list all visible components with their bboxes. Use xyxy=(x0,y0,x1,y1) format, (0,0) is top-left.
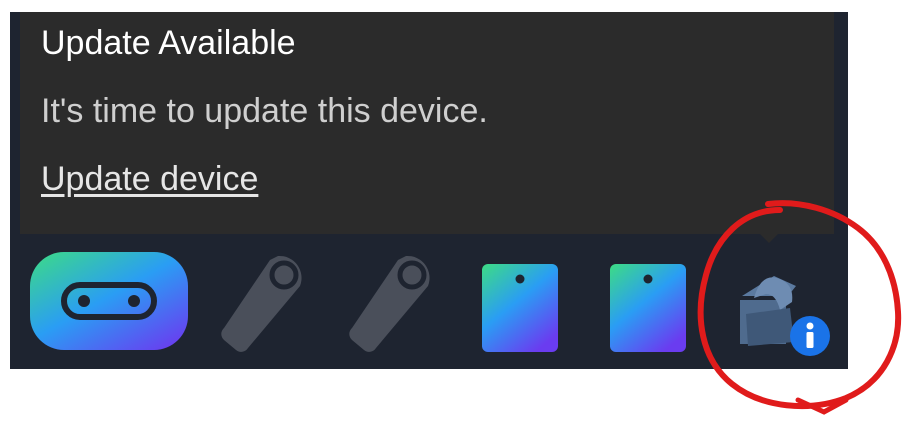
update-device-link[interactable]: Update device xyxy=(41,160,258,199)
popup-pointer xyxy=(760,234,778,243)
update-notification-popup: Update Available It's time to update thi… xyxy=(20,12,834,234)
tablet-device-icon[interactable] xyxy=(482,264,558,352)
device-update-info-icon[interactable] xyxy=(736,262,834,360)
stylus-pen-icon[interactable] xyxy=(346,250,438,352)
notification-title: Update Available xyxy=(41,24,296,62)
stylus-pen-icon[interactable] xyxy=(218,250,310,352)
tablet-device-icon[interactable] xyxy=(610,264,686,352)
notification-message: It's time to update this device. xyxy=(41,92,488,130)
microbit-device-icon[interactable] xyxy=(30,252,188,350)
screenshot-stage: Update Available It's time to update thi… xyxy=(0,0,905,424)
